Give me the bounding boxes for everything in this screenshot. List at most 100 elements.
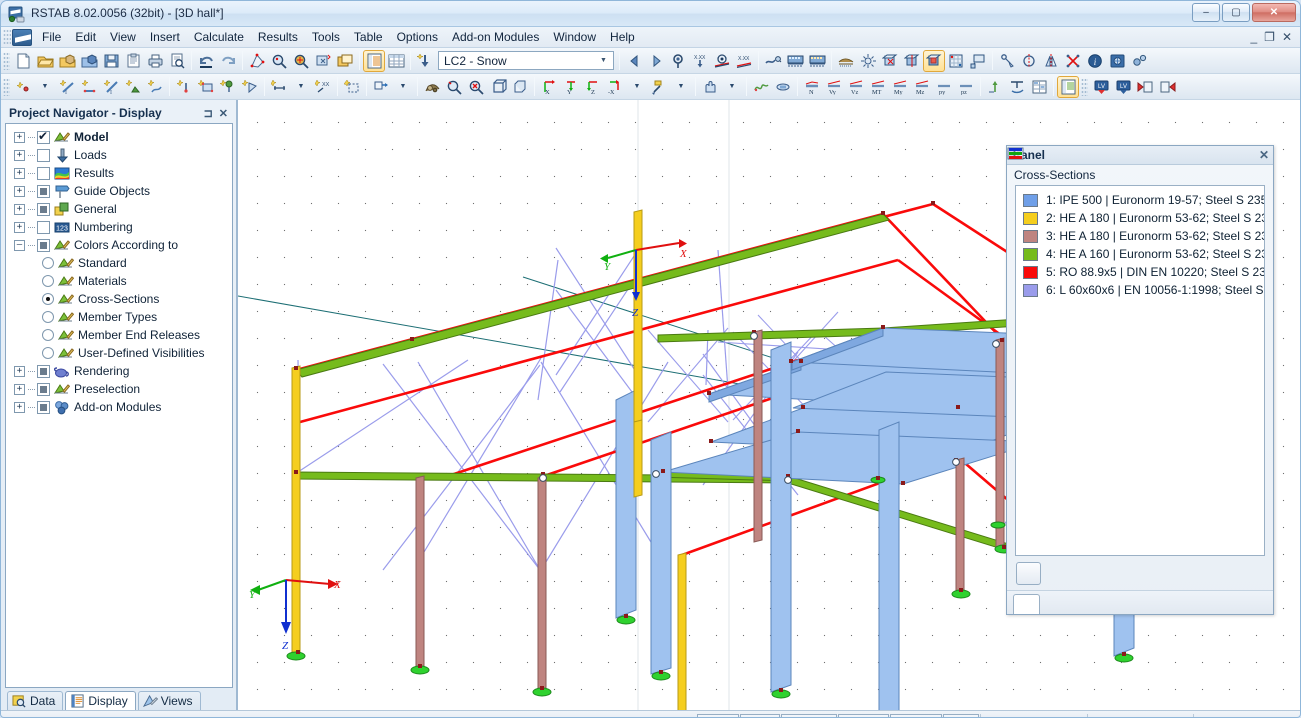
redo-icon[interactable]: [217, 50, 239, 72]
pan-hand-icon[interactable]: [699, 76, 721, 98]
move-nodes-icon[interactable]: [1062, 50, 1084, 72]
menu-drag-grip[interactable]: [3, 29, 11, 45]
view-mode-2-icon[interactable]: [901, 50, 923, 72]
menu-item-edit[interactable]: Edit: [68, 28, 103, 47]
navigator-pin-button[interactable]: ⊐: [204, 107, 213, 120]
result-My-icon[interactable]: My: [889, 76, 911, 98]
contact-forces-icon[interactable]: [1006, 76, 1028, 98]
chevron-down-icon[interactable]: ▼: [596, 53, 611, 68]
result-Vy-icon[interactable]: Vy: [823, 76, 845, 98]
grid-table-icon[interactable]: [385, 50, 407, 72]
result-py-icon[interactable]: py: [933, 76, 955, 98]
menu-item-calculate[interactable]: Calculate: [187, 28, 251, 47]
status-toggle-glines[interactable]: GLINES: [889, 714, 942, 717]
dimension-dropdown-icon[interactable]: ▼: [290, 76, 312, 98]
menu-item-window[interactable]: Window: [546, 28, 603, 47]
view-dropdown-icon[interactable]: ▼: [626, 76, 648, 98]
cross-section-color-swatch[interactable]: [1023, 283, 1038, 297]
expand-plus-icon[interactable]: +: [14, 185, 25, 197]
load-case-select[interactable]: LC2 - Snow ▼: [438, 51, 614, 70]
tree-checkbox[interactable]: [37, 184, 50, 198]
render-model-icon[interactable]: [246, 50, 268, 72]
toolbar-drag-grip[interactable]: [3, 51, 10, 70]
zoom-reset-icon[interactable]: [465, 76, 487, 98]
cross-section-row[interactable]: 1: IPE 500 | Euronorm 19-57; Steel S 235: [1016, 191, 1264, 209]
new-member-load-icon[interactable]: [239, 76, 261, 98]
print-icon[interactable]: [144, 50, 166, 72]
tree-checkbox[interactable]: [37, 364, 50, 378]
menu-item-view[interactable]: View: [103, 28, 143, 47]
view-iso-icon[interactable]: [487, 76, 509, 98]
cross-section-color-swatch[interactable]: [1023, 247, 1038, 261]
undo-icon[interactable]: [195, 50, 217, 72]
result-N-icon[interactable]: N: [801, 76, 823, 98]
tree-item-add-on-modules[interactable]: + Add-on Modules: [6, 398, 232, 416]
calculate-all-icon[interactable]: [857, 50, 879, 72]
result-table-icon[interactable]: [1028, 76, 1050, 98]
tree-item-rendering[interactable]: + Rendering: [6, 362, 232, 380]
support-forces-icon[interactable]: [806, 50, 828, 72]
window-close-button[interactable]: ✕: [1252, 3, 1296, 22]
show-deformation-icon[interactable]: [711, 50, 733, 72]
view-mode-5-icon[interactable]: [967, 50, 989, 72]
tree-item-guide-objects[interactable]: + Guide Objects: [6, 182, 232, 200]
tree-item-loads[interactable]: + Loads: [6, 146, 232, 164]
window-minimize-button[interactable]: –: [1192, 3, 1220, 22]
expand-plus-icon[interactable]: +: [14, 383, 25, 395]
refresh-view-icon[interactable]: [1106, 50, 1128, 72]
menu-item-tools[interactable]: Tools: [305, 28, 347, 47]
mdi-restore-button[interactable]: ❐: [1264, 30, 1275, 44]
clipboard-icon[interactable]: [122, 50, 144, 72]
next-load-case-icon[interactable]: [645, 50, 667, 72]
menu-item-results[interactable]: Results: [251, 28, 305, 47]
new-nodal-support-icon[interactable]: [173, 76, 195, 98]
tree-item-general[interactable]: + General: [6, 200, 232, 218]
new-nodal-load-icon[interactable]: [217, 76, 239, 98]
coordinates-icon[interactable]: XX: [312, 76, 334, 98]
new-document-icon[interactable]: [12, 50, 34, 72]
tree-radio[interactable]: [42, 311, 54, 323]
color-scale-settings-icon[interactable]: [1007, 147, 1041, 585]
show-loads-icon[interactable]: [667, 50, 689, 72]
load-values-icon[interactable]: X.XX: [689, 50, 711, 72]
view-z-icon[interactable]: Z: [582, 76, 604, 98]
new-line-icon[interactable]: [144, 76, 166, 98]
support-reactions-icon[interactable]: [784, 50, 806, 72]
new-member-set-icon[interactable]: [78, 76, 100, 98]
expand-plus-icon[interactable]: +: [14, 167, 25, 179]
new-member-support-icon[interactable]: [195, 76, 217, 98]
tree-item-member-types[interactable]: Member Types: [6, 308, 232, 326]
axial-icon[interactable]: [772, 76, 794, 98]
export-2-icon[interactable]: [1156, 76, 1178, 98]
tree-radio[interactable]: [42, 275, 54, 287]
zoom-in-icon[interactable]: [268, 50, 290, 72]
view-plane-icon[interactable]: [648, 76, 670, 98]
cross-section-color-swatch[interactable]: [1023, 211, 1038, 225]
tree-radio[interactable]: [42, 293, 54, 305]
status-toggle-dxf[interactable]: DXF: [943, 714, 979, 717]
rotate-copy-icon[interactable]: [1018, 50, 1040, 72]
expand-plus-icon[interactable]: +: [14, 401, 25, 413]
save-package-icon[interactable]: [78, 50, 100, 72]
status-toggle-osnap[interactable]: OSNAP: [838, 714, 889, 717]
view-mode-4-icon[interactable]: [945, 50, 967, 72]
tree-item-materials[interactable]: Materials: [6, 272, 232, 290]
member-results-icon[interactable]: [762, 50, 784, 72]
navigator-tab-display[interactable]: Display: [65, 691, 136, 710]
deformation-values-icon[interactable]: X.XX: [733, 50, 755, 72]
new-node-icon[interactable]: [12, 76, 34, 98]
cross-section-color-swatch[interactable]: [1023, 193, 1038, 207]
tree-radio[interactable]: [42, 257, 54, 269]
new-member-icon[interactable]: I: [56, 76, 78, 98]
view-negx-icon[interactable]: -X: [604, 76, 626, 98]
tree-item-member-end-releases[interactable]: Member End Releases: [6, 326, 232, 344]
menu-item-file[interactable]: File: [35, 28, 68, 47]
menu-item-table[interactable]: Table: [347, 28, 390, 47]
tree-item-cross-sections[interactable]: Cross-Sections: [6, 290, 232, 308]
tree-item-results[interactable]: + Results: [6, 164, 232, 182]
toolbar-drag-grip[interactable]: [3, 77, 10, 96]
tree-checkbox[interactable]: [37, 220, 50, 234]
expand-plus-icon[interactable]: +: [14, 365, 25, 377]
navigator-tab-data[interactable]: Data: [7, 691, 64, 710]
color-bands-icon[interactable]: [1009, 148, 1040, 614]
